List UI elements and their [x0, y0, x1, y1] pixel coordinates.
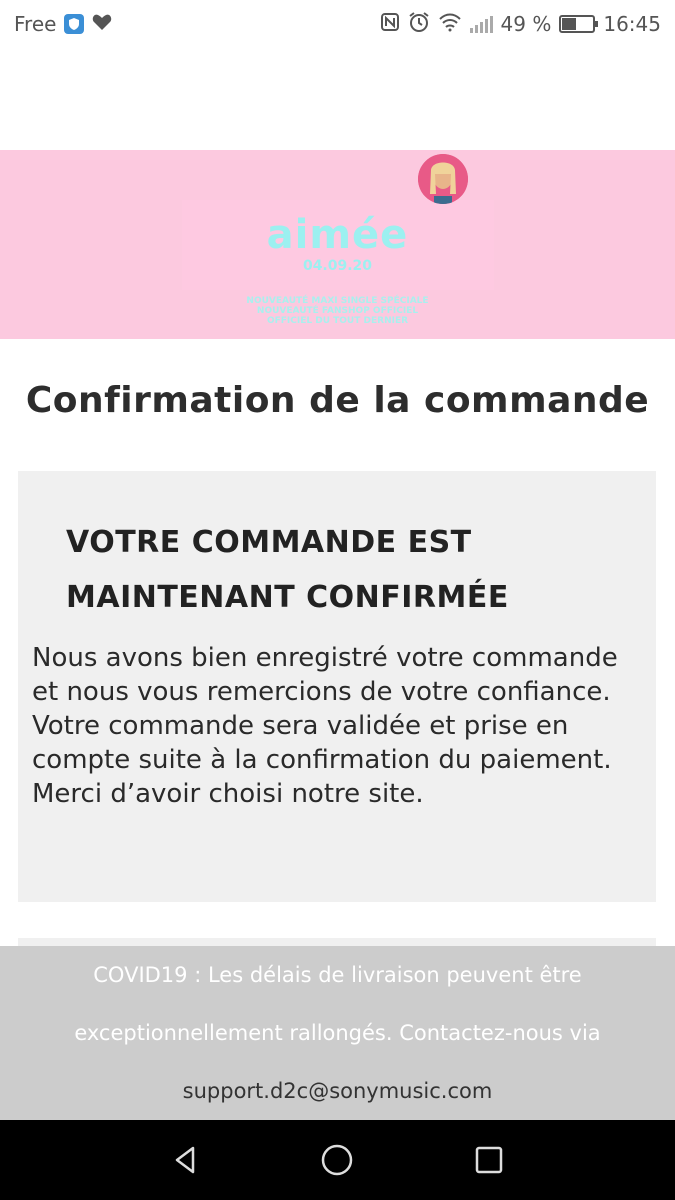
recents-icon[interactable]: [469, 1140, 509, 1180]
album-small-line: NOUVEAUTÉ FANSHOP OFFICIEL: [256, 306, 419, 316]
page-title: Confirmation de la commande: [25, 380, 650, 421]
support-email-link[interactable]: support.d2c@sonymusic.com: [0, 1062, 675, 1120]
album-release-date: 04.09.20: [302, 258, 373, 274]
confirmation-message-line2: Votre commande sera validée et prise en …: [32, 711, 612, 809]
nfc-icon: [380, 12, 400, 37]
wifi-icon: [438, 12, 462, 37]
status-bar: Free 49 % 16:45: [0, 0, 675, 48]
confirmation-message-line1: Nous avons bien enregistré votre command…: [32, 643, 618, 707]
heart-icon: [92, 12, 112, 36]
carrier-label: Free: [14, 12, 57, 36]
confirmation-card: VOTRE COMMANDE EST MAINTENANT CONFIRMÉE …: [18, 471, 656, 902]
battery-icon: [559, 15, 599, 33]
album-logo-word: aimée: [266, 212, 409, 258]
home-icon[interactable]: [317, 1140, 357, 1180]
album-small-line: NOUVEAUTÉ MAXI SINGLE SPÉCIALE: [246, 296, 429, 306]
battery-percent: 49 %: [500, 12, 552, 36]
shield-icon: [64, 14, 85, 34]
navigation-bar: [0, 1120, 675, 1200]
album-small-text: NOUVEAUTÉ MAXI SINGLE SPÉCIALE NOUVEAUTÉ…: [0, 296, 675, 326]
back-icon[interactable]: [166, 1140, 206, 1180]
confirmation-message: Nous avons bien enregistré votre command…: [32, 641, 652, 811]
signal-icon: [469, 15, 493, 33]
artist-avatar: [418, 154, 468, 204]
notice-line1: COVID19 : Les délais de livraison peuven…: [93, 963, 582, 987]
covid-notice-banner: COVID19 : Les délais de livraison peuven…: [0, 946, 675, 1120]
album-small-line: OFFICIEL DU TOUT DERNIER: [266, 316, 409, 326]
clock: 16:45: [603, 12, 661, 36]
notice-line2: exceptionnellement rallongés. Contactez-…: [74, 1021, 601, 1045]
confirmation-heading: VOTRE COMMANDE EST MAINTENANT CONFIRMÉE: [66, 525, 509, 615]
alarm-icon: [408, 11, 430, 38]
